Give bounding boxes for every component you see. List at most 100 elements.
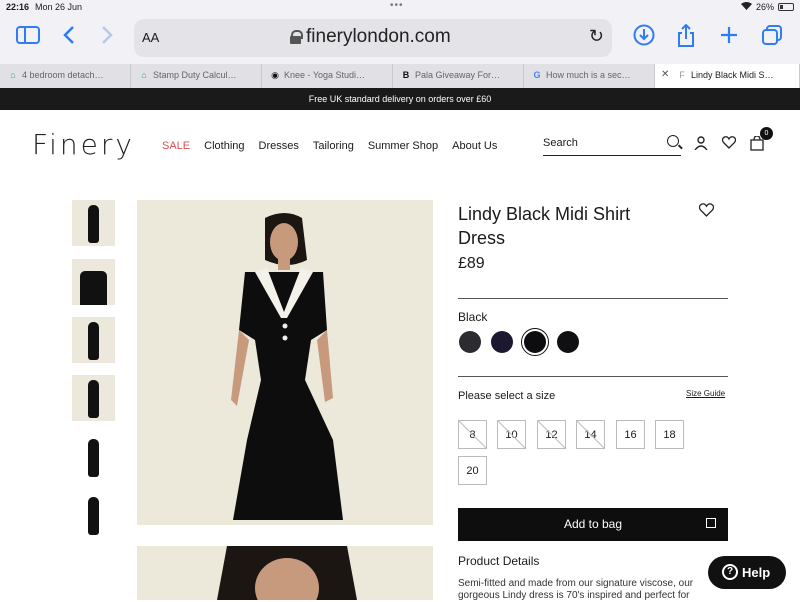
model-closeup-illustration bbox=[217, 546, 357, 600]
forward-icon[interactable] bbox=[93, 24, 121, 52]
tab-title: 4 bedroom detach… bbox=[22, 70, 104, 80]
new-tab-icon[interactable] bbox=[715, 24, 743, 52]
multitasking-dots-icon[interactable]: ••• bbox=[390, 0, 404, 11]
site-header: Finery SALE Clothing Dresses Tailoring S… bbox=[0, 110, 800, 180]
nav-tailoring[interactable]: Tailoring bbox=[313, 140, 354, 152]
sidebar-toggle-icon[interactable] bbox=[14, 24, 42, 52]
divider bbox=[458, 376, 728, 377]
size-option-20[interactable]: 20 bbox=[458, 456, 487, 485]
promo-banner[interactable]: Free UK standard delivery on orders over… bbox=[0, 88, 800, 110]
status-time: 22:16 bbox=[6, 2, 30, 12]
thumbnail-image-1[interactable] bbox=[72, 200, 115, 246]
help-button[interactable]: ? Help bbox=[708, 556, 786, 589]
main-nav: SALE Clothing Dresses Tailoring Summer S… bbox=[162, 140, 497, 152]
dress-figure bbox=[88, 497, 99, 535]
size-option-12[interactable]: 12 bbox=[537, 420, 566, 449]
color-swatch-2[interactable] bbox=[491, 331, 513, 353]
secondary-product-image[interactable] bbox=[137, 546, 433, 600]
pala-logo-icon: B bbox=[402, 70, 410, 80]
home-icon: ⌂ bbox=[141, 70, 147, 80]
size-option-16[interactable]: 16 bbox=[616, 420, 645, 449]
home-icon: ⌂ bbox=[10, 70, 16, 80]
address-bar[interactable]: AA finerylondon.com ↻ bbox=[134, 19, 612, 57]
downloads-icon[interactable] bbox=[630, 24, 658, 52]
product-price: £89 bbox=[458, 255, 485, 272]
dress-figure bbox=[80, 271, 107, 305]
tab-title: Pala Giveaway For… bbox=[415, 70, 501, 80]
nav-dresses[interactable]: Dresses bbox=[259, 140, 299, 152]
nav-summer-shop[interactable]: Summer Shop bbox=[368, 140, 438, 152]
tab-google-search[interactable]: G How much is a sec… bbox=[524, 64, 655, 88]
size-option-18[interactable]: 18 bbox=[655, 420, 684, 449]
google-logo-icon: G bbox=[533, 70, 541, 80]
search-icon[interactable] bbox=[667, 135, 679, 147]
product-description: Semi-fitted and made from our signature … bbox=[458, 578, 694, 601]
tab-title: Knee - Yoga Studi… bbox=[284, 70, 366, 80]
nav-about-us[interactable]: About Us bbox=[452, 140, 497, 152]
tab-yoga-studio[interactable]: ◉ Knee - Yoga Studi… bbox=[262, 64, 393, 88]
status-right: 26% bbox=[740, 2, 794, 12]
color-label: Black bbox=[458, 310, 488, 324]
bag-icon bbox=[706, 518, 716, 528]
model-illustration bbox=[231, 213, 343, 520]
yoga-logo-icon: ◉ bbox=[271, 70, 279, 80]
help-label: Help bbox=[742, 565, 771, 580]
tab-overview-icon[interactable] bbox=[758, 24, 786, 52]
thumbnail-image-2[interactable] bbox=[72, 259, 115, 305]
size-prompt: Please select a size bbox=[458, 390, 556, 402]
site-logo[interactable]: Finery bbox=[32, 128, 135, 161]
status-bar: 22:16 Mon 26 Jun ••• 26% bbox=[0, 0, 800, 14]
battery-icon bbox=[778, 3, 794, 11]
tab-title: How much is a sec… bbox=[546, 70, 631, 80]
finery-favicon-icon: F bbox=[679, 70, 685, 80]
size-option-10[interactable]: 10 bbox=[497, 420, 526, 449]
size-option-8[interactable]: 8 bbox=[458, 420, 487, 449]
nav-clothing[interactable]: Clothing bbox=[204, 140, 244, 152]
size-guide-link[interactable]: Size Guide bbox=[686, 389, 725, 398]
search-label: Search bbox=[543, 137, 578, 149]
tab-lindy-dress[interactable]: ✕ F Lindy Black Midi S… bbox=[655, 64, 800, 88]
search-input[interactable]: Search bbox=[543, 134, 681, 156]
thumbnail-image-3[interactable] bbox=[72, 317, 115, 363]
close-tab-icon[interactable]: ✕ bbox=[661, 69, 669, 80]
thumbnail-image-4[interactable] bbox=[72, 375, 115, 421]
size-option-14[interactable]: 14 bbox=[576, 420, 605, 449]
account-icon[interactable] bbox=[694, 136, 708, 153]
add-to-wishlist-icon[interactable] bbox=[698, 203, 715, 221]
dress-figure bbox=[88, 439, 99, 477]
add-to-bag-label: Add to bag bbox=[563, 517, 623, 531]
bag-count-badge: 0 bbox=[760, 127, 773, 140]
reload-icon[interactable]: ↻ bbox=[589, 26, 604, 47]
color-swatch-1[interactable] bbox=[459, 331, 481, 353]
dress-figure bbox=[88, 380, 99, 418]
thumbnail-image-5[interactable] bbox=[72, 434, 115, 480]
thumbnail-image-6[interactable] bbox=[72, 492, 115, 538]
share-icon[interactable] bbox=[672, 23, 700, 52]
tab-title: Stamp Duty Calcul… bbox=[153, 70, 237, 80]
wifi-icon bbox=[740, 2, 752, 12]
tab-stamp-duty[interactable]: ⌂ Stamp Duty Calcul… bbox=[131, 64, 262, 88]
text-size-button[interactable]: AA bbox=[142, 30, 159, 45]
status-date: Mon 26 Jun bbox=[35, 2, 83, 12]
divider bbox=[458, 298, 728, 299]
product-details-heading[interactable]: Product Details bbox=[458, 554, 539, 568]
product-title: Lindy Black Midi Shirt Dress bbox=[458, 204, 631, 248]
tab-pala-giveaway[interactable]: B Pala Giveaway For… bbox=[393, 64, 524, 88]
tab-title: Lindy Black Midi S… bbox=[691, 70, 774, 80]
back-icon[interactable] bbox=[55, 24, 83, 52]
battery-percent: 26% bbox=[755, 2, 774, 12]
url-text[interactable]: finerylondon.com bbox=[306, 26, 451, 48]
color-swatch-3-selected[interactable] bbox=[521, 328, 549, 356]
wishlist-icon[interactable] bbox=[721, 136, 737, 152]
dress-figure bbox=[88, 205, 99, 243]
nav-sale[interactable]: SALE bbox=[162, 140, 190, 152]
color-swatch-4[interactable] bbox=[557, 331, 579, 353]
tab-house-listing[interactable]: ⌂ 4 bedroom detach… bbox=[0, 64, 131, 88]
browser-toolbar: AA finerylondon.com ↻ bbox=[0, 14, 800, 64]
dress-figure bbox=[88, 322, 99, 360]
add-to-bag-button[interactable]: Add to bag bbox=[458, 508, 728, 541]
tab-bar: ⌂ 4 bedroom detach… ⌂ Stamp Duty Calcul… ◉… bbox=[0, 64, 800, 88]
main-product-image[interactable] bbox=[137, 200, 433, 525]
lock-icon bbox=[290, 30, 303, 44]
help-question-icon: ? bbox=[722, 564, 738, 580]
